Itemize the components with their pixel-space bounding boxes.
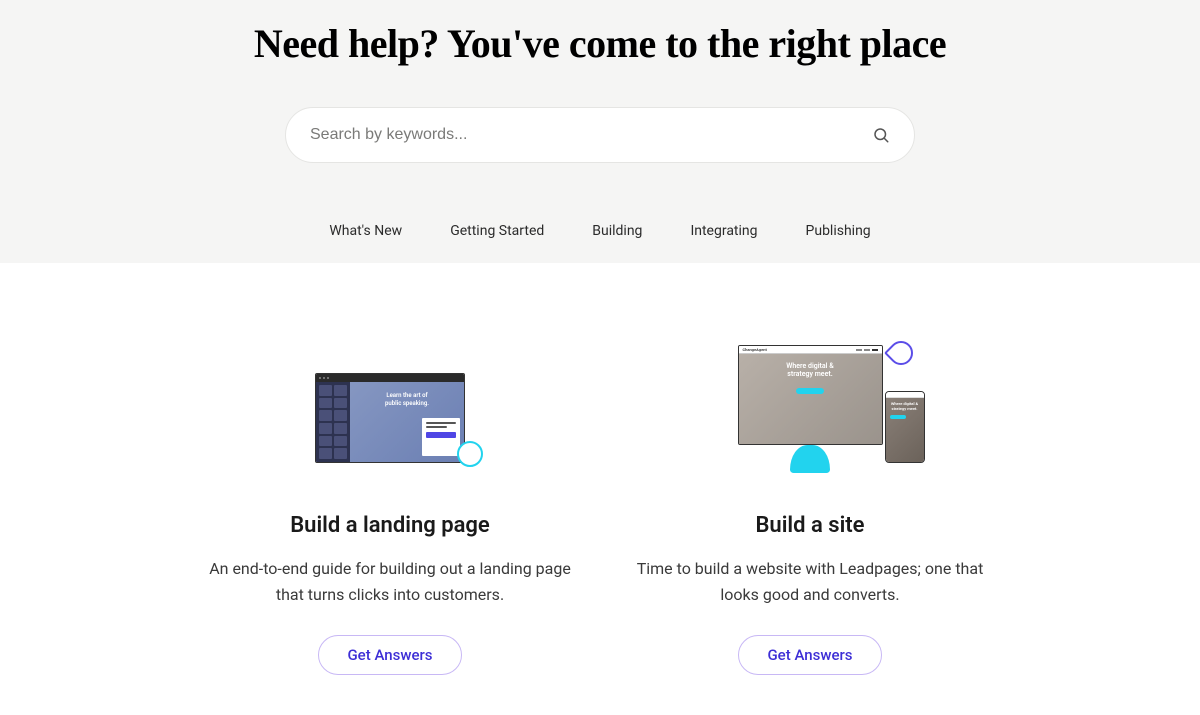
search-container [265, 107, 935, 163]
nav-item-whats-new[interactable]: What's New [329, 223, 402, 239]
mock-headline: public speaking. [356, 400, 458, 408]
phone-mockup-icon: Where digital & strategy meet. [885, 391, 925, 463]
mock-phone-headline: strategy meet. [890, 407, 920, 412]
nav-item-publishing[interactable]: Publishing [806, 223, 871, 239]
nav-item-building[interactable]: Building [592, 223, 642, 239]
content-section: Learn the art of public speaking. Build [0, 263, 1200, 715]
search-input[interactable] [310, 126, 872, 144]
card-illustration: Learn the art of public speaking. [200, 323, 580, 463]
card-title: Build a site [755, 513, 864, 538]
get-answers-button[interactable]: Get Answers [738, 635, 881, 675]
card-grid: Learn the art of public speaking. Build [150, 323, 1050, 675]
search-icon[interactable] [872, 126, 890, 144]
mock-headline: Where digital & [747, 362, 874, 370]
card-landing-page: Learn the art of public speaking. Build [200, 323, 580, 675]
leaf-accent-icon [884, 336, 918, 370]
search-box[interactable] [285, 107, 915, 163]
circle-accent-icon [457, 441, 483, 467]
mock-brand: ChangeAgent [743, 347, 767, 352]
card-title: Build a landing page [290, 513, 490, 538]
nav-item-getting-started[interactable]: Getting Started [450, 223, 544, 239]
nav-item-integrating[interactable]: Integrating [690, 223, 757, 239]
stand-accent-icon [790, 445, 830, 473]
card-illustration: ChangeAgent Where digital & strategy mee… [620, 323, 1000, 463]
get-answers-button[interactable]: Get Answers [318, 635, 461, 675]
hero-section: Need help? You've come to the right plac… [0, 0, 1200, 263]
card-description: Time to build a website with Leadpages; … [620, 556, 1000, 607]
mock-headline: strategy meet. [747, 370, 874, 378]
browser-mockup-icon: ChangeAgent Where digital & strategy mee… [738, 345, 883, 445]
page-title: Need help? You've come to the right plac… [0, 20, 1200, 107]
card-description: An end-to-end guide for building out a l… [200, 556, 580, 607]
category-nav: What's New Getting Started Building Inte… [0, 163, 1200, 263]
card-site: ChangeAgent Where digital & strategy mee… [620, 323, 1000, 675]
browser-mockup-icon: Learn the art of public speaking. [315, 373, 465, 463]
mock-headline: Learn the art of [356, 392, 458, 400]
